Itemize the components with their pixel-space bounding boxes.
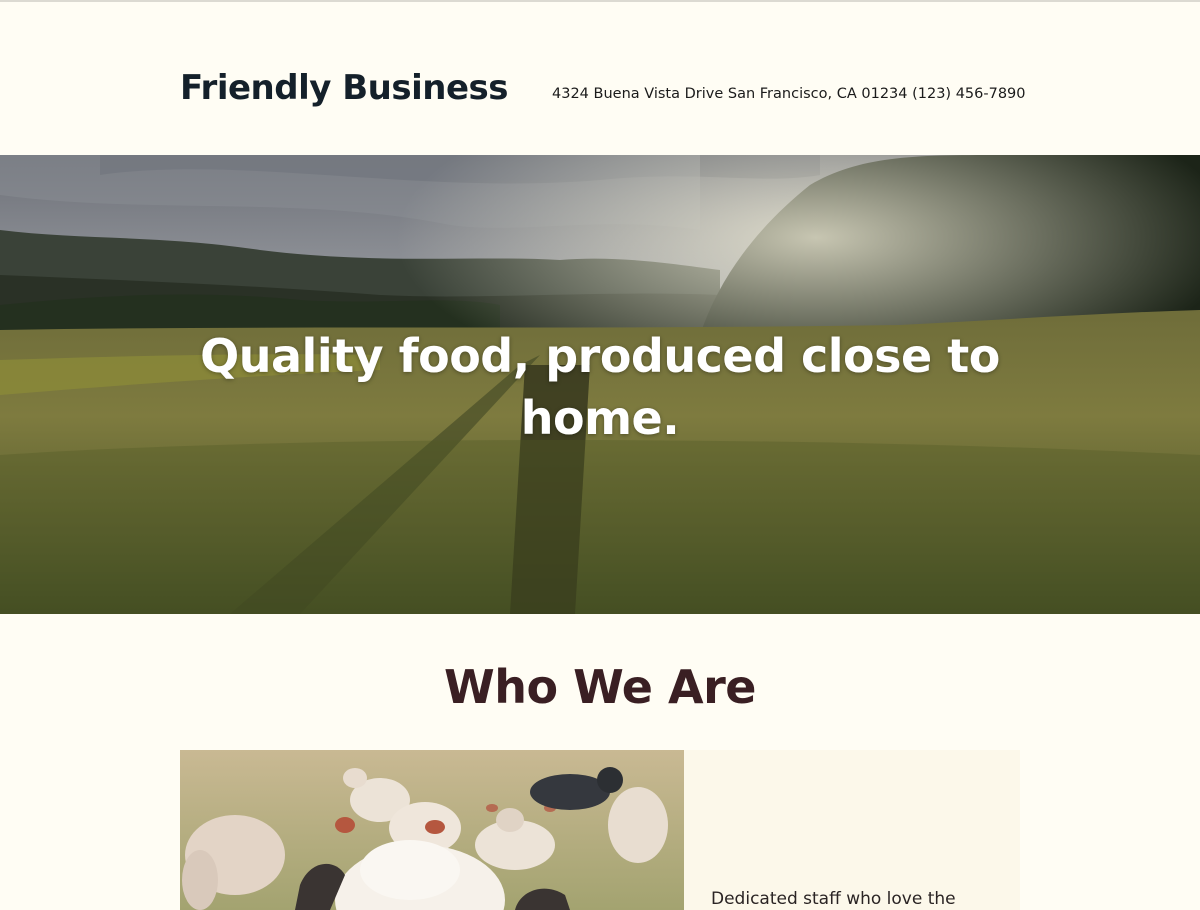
sheep-image xyxy=(180,750,684,910)
site-title-link[interactable]: Friendly Business xyxy=(180,68,508,108)
site-contact-info: 4324 Buena Vista Drive San Francisco, CA… xyxy=(552,86,1026,102)
hero-heading: Quality food, produced close to home. xyxy=(0,325,1200,449)
hero-banner: Quality food, produced close to home. xyxy=(0,155,1200,614)
who-we-are-heading: Who We Are xyxy=(444,660,756,714)
hero-heading-line-2: home. xyxy=(520,391,680,445)
who-we-are-text: Dedicated staff who love the xyxy=(711,889,956,909)
hero-heading-line-1: Quality food, produced close to xyxy=(200,329,1000,383)
who-we-are-card: Dedicated staff who love the xyxy=(180,750,1020,910)
site-header: Friendly Business 4324 Buena Vista Drive… xyxy=(0,2,1200,155)
